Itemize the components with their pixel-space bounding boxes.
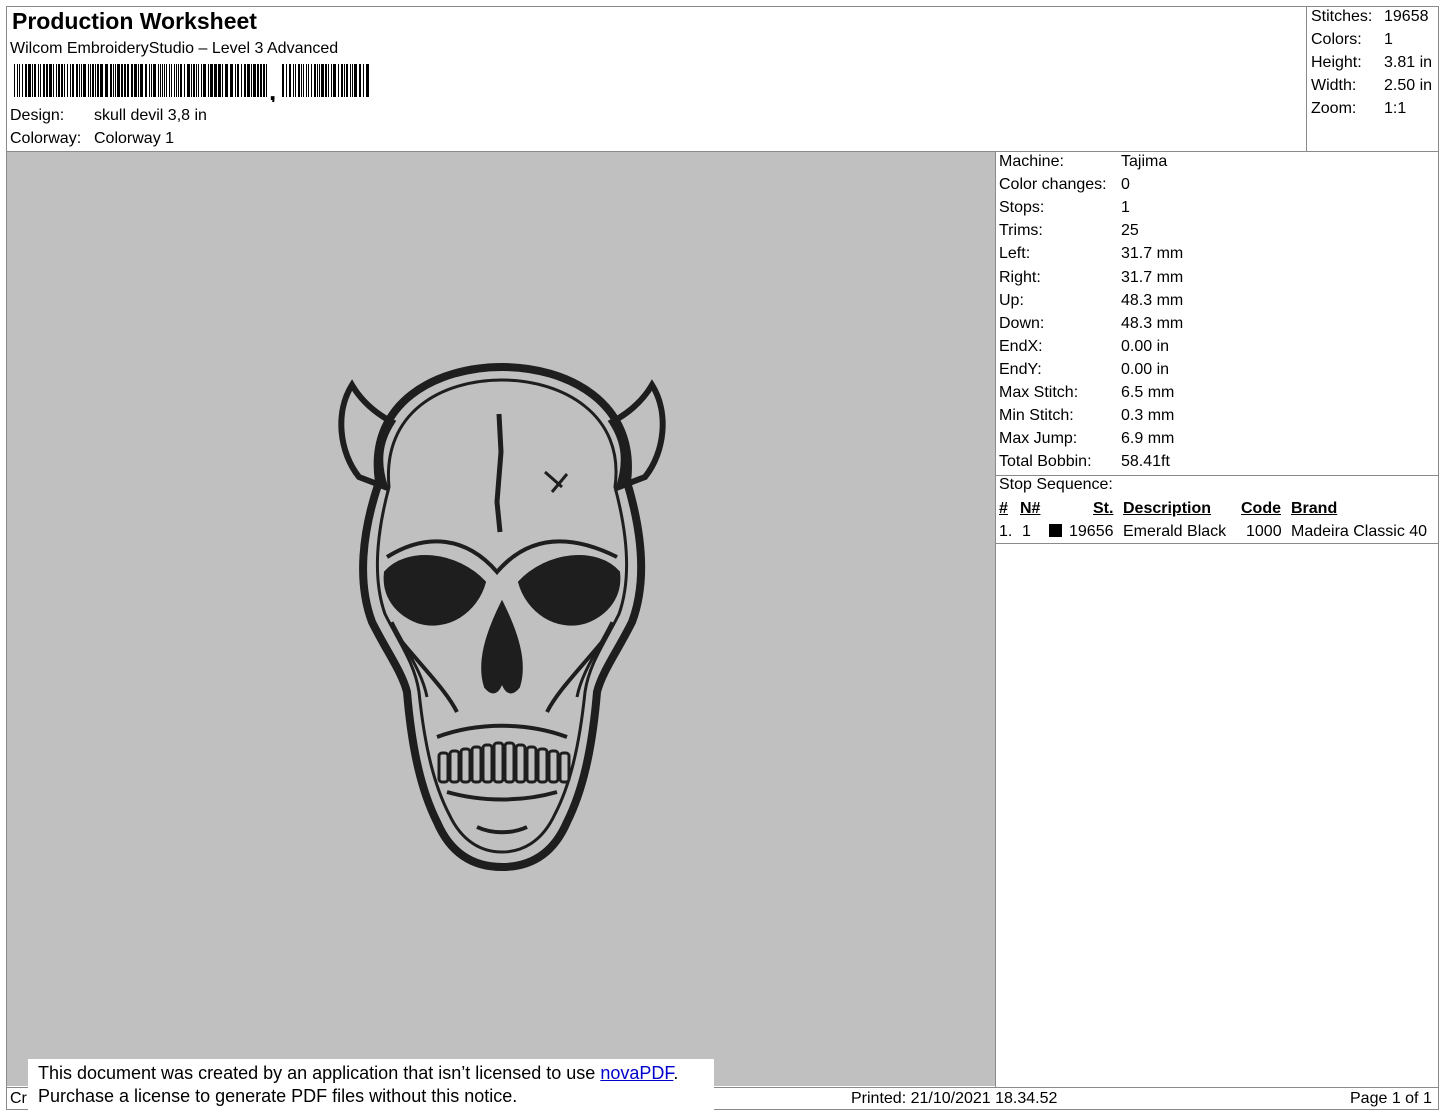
detail-label: Min Stitch: (999, 407, 1074, 425)
detail-label: Max Stitch: (999, 384, 1079, 401)
tooth-shape (481, 743, 494, 784)
tooth-shape (558, 751, 571, 784)
width-label: Width: (1311, 77, 1357, 94)
colorway-label: Colorway: (10, 130, 82, 147)
stop-row-brand: Madeira Classic 40 (1291, 523, 1428, 540)
detail-value: 31.7 mm (1121, 245, 1184, 263)
col-header-code: Code (1241, 500, 1281, 517)
detail-value: 31.7 mm (1121, 268, 1184, 286)
detail-value: 6.5 mm (1121, 384, 1175, 401)
detail-value: 0.3 mm (1121, 407, 1175, 425)
zoom-label: Zoom: (1311, 100, 1357, 117)
svg-text:,: , (269, 76, 276, 102)
detail-label: Down: (999, 314, 1045, 332)
detail-value: 48.3 mm (1121, 291, 1184, 309)
design-preview (7, 152, 995, 1086)
col-header-description: Description (1123, 500, 1212, 517)
detail-value: 0.00 in (1121, 360, 1170, 378)
detail-label: Left: (999, 245, 1031, 263)
width-value: 2.50 in (1384, 77, 1433, 94)
table-end-divider (995, 543, 1439, 544)
tooth-shape (547, 749, 560, 784)
detail-value: 0 (1121, 176, 1130, 194)
created-prefix: Cr (10, 1090, 27, 1107)
col-header-brand: Brand (1291, 500, 1338, 517)
tooth-shape (459, 747, 472, 784)
detail-label: Stops: (999, 199, 1045, 217)
design-label: Design: (10, 107, 65, 124)
software-name: Wilcom EmbroideryStudio – Level 3 Advanc… (10, 40, 339, 57)
detail-label: EndX: (999, 337, 1043, 355)
summary-divider (1306, 6, 1307, 152)
stop-row-code: 1000 (1246, 523, 1282, 540)
license-notice: This document was created by an applicat… (28, 1059, 714, 1111)
detail-label: Trims: (999, 222, 1043, 240)
stop-row-description: Emerald Black (1123, 523, 1227, 540)
tooth-shape (514, 743, 527, 784)
tooth-shape (492, 741, 505, 784)
notice-line1: This document was created by an applicat… (38, 1063, 601, 1083)
detail-value: 1 (1121, 199, 1130, 217)
details-divider (995, 151, 996, 1088)
detail-label: Max Jump: (999, 430, 1078, 448)
detail-label: Color changes: (999, 176, 1107, 194)
height-label: Height: (1311, 54, 1362, 71)
detail-value: 58.41ft (1121, 453, 1170, 471)
detail-value: 6.9 mm (1121, 430, 1175, 448)
tooth-shape (470, 745, 483, 784)
col-header-num: # (999, 500, 1008, 517)
detail-value: Tajima (1121, 153, 1168, 170)
tooth-shape (437, 751, 450, 784)
design-value: skull devil 3,8 in (94, 107, 207, 124)
page-number: Page 1 of 1 (1350, 1090, 1432, 1107)
detail-value: 25 (1121, 222, 1139, 240)
detail-value: 0.00 in (1121, 337, 1170, 355)
novapdf-link[interactable]: novaPDF (600, 1063, 673, 1083)
stop-row-st: 19656 (1069, 523, 1114, 540)
detail-label: Machine: (999, 153, 1064, 170)
stitches-label: Stitches: (1311, 8, 1373, 25)
barcode-image: , (14, 64, 369, 102)
height-value: 3.81 in (1384, 54, 1433, 71)
printed-timestamp: Printed: 21/10/2021 18.34.52 (851, 1090, 1058, 1107)
notice-line2: Purchase a license to generate PDF files… (38, 1086, 518, 1106)
tooth-shape (448, 749, 461, 784)
notice-line1-end: . (673, 1063, 679, 1083)
thread-color-swatch (1049, 524, 1062, 537)
stop-row-n: 1 (1022, 523, 1031, 540)
colors-label: Colors: (1311, 31, 1362, 48)
detail-label: EndY: (999, 360, 1042, 378)
detail-label: Total Bobbin: (999, 453, 1092, 471)
zoom-value: 1:1 (1384, 100, 1407, 117)
detail-label: Right: (999, 268, 1041, 286)
stop-sequence-title: Stop Sequence: (999, 476, 1113, 493)
page-title: Production Worksheet (12, 8, 257, 34)
stop-row-num: 1. (999, 523, 1013, 540)
detail-value: 48.3 mm (1121, 314, 1184, 332)
tooth-shape (503, 741, 516, 784)
stitches-value: 19658 (1384, 8, 1429, 25)
skull-devil-embroidery-icon (338, 362, 666, 872)
colors-value: 1 (1384, 31, 1393, 48)
colorway-value: Colorway 1 (94, 130, 175, 147)
tooth-shape (525, 745, 538, 784)
col-header-st: St. (1093, 500, 1114, 517)
tooth-shape (536, 747, 549, 784)
col-header-n: N# (1020, 500, 1041, 517)
detail-label: Up: (999, 291, 1024, 309)
